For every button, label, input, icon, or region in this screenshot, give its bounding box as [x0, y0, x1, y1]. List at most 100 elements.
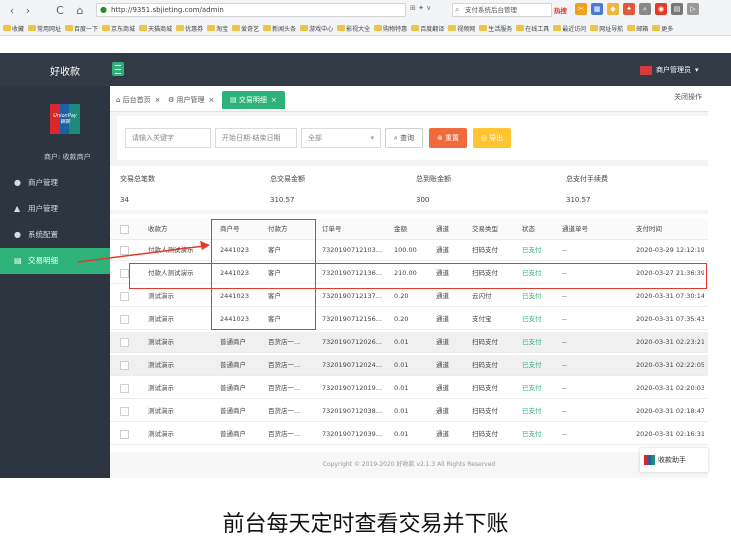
table-row[interactable]: 付款人测试演示 2441023 客户 7320190712103... 100.00 通道… — [110, 240, 708, 261]
merchant-label: 商户: 收款商户 — [44, 153, 91, 161]
bookmark-item[interactable]: 新闻头条 — [263, 24, 296, 33]
summary-panel: 交易总笔数 总交易金额 总到账金额 总支付手续费 34 310.57 300 3… — [110, 166, 708, 210]
status-select[interactable]: 全部 ▾ — [301, 128, 381, 148]
tab-users[interactable]: ⚙ 用户管理 × — [168, 91, 214, 109]
caption: 前台每天定时查看交易并下账 — [222, 512, 509, 537]
row-checkbox[interactable] — [120, 430, 129, 439]
folder-icon — [479, 25, 488, 31]
row-checkbox[interactable] — [120, 246, 129, 255]
bookmark-item[interactable]: 更多 — [652, 24, 673, 33]
home-icon[interactable]: ⌂ — [72, 4, 88, 17]
bookmark-item[interactable]: 最近访问 — [553, 24, 586, 33]
table-row[interactable]: 测试演示 2441023 客户 7320190712137... 0.20 通道 云闪付 已支… — [110, 286, 708, 307]
tab-transactions[interactable]: ▤ 交易明细 × — [222, 91, 285, 109]
table-cell: 0.01 — [394, 361, 409, 369]
close-icon[interactable]: × — [155, 96, 161, 104]
extension-icon[interactable]: ✦ — [623, 3, 635, 15]
table-row[interactable]: 测试演示 普通商户 百货店一... 7320190712024... 0.01 通道 扫码支… — [110, 355, 708, 376]
reset-button[interactable]: ⊗ 重置 — [429, 128, 467, 148]
table-cell: 2020-03-31 02:22:05 — [636, 361, 704, 369]
search-button[interactable]: ⌕ 查询 — [385, 128, 423, 148]
back-icon[interactable]: ‹ — [4, 4, 20, 17]
table-cell: 2020-03-31 02:20:03 — [636, 384, 704, 392]
hot-search-label[interactable]: 热搜 — [554, 5, 567, 15]
extension-icon[interactable]: ◆ — [607, 3, 619, 15]
row-checkbox[interactable] — [120, 338, 129, 347]
bookmark-item[interactable]: 天猫商城 — [139, 24, 172, 33]
sidebar-item[interactable]: ▲ 用户管理 — [0, 196, 110, 222]
row-checkbox[interactable] — [120, 315, 129, 324]
sidebar-item[interactable]: ▤ 交易明细 — [0, 248, 110, 274]
tab-home[interactable]: ⌂ 后台首页 × — [116, 91, 161, 109]
address-tools[interactable]: ⊞ ✦ ∨ — [410, 4, 431, 12]
bookmark-item[interactable]: 百度翻译 — [411, 24, 444, 33]
extension-icon[interactable]: ◉ — [655, 3, 667, 15]
extension-icon[interactable]: ✂ — [575, 3, 587, 15]
bookmark-item[interactable]: 网址导航 — [590, 24, 623, 33]
bookmark-item[interactable]: 在线工具 — [516, 24, 549, 33]
row-checkbox[interactable] — [120, 361, 129, 370]
bookmark-item[interactable]: 邮箱 — [627, 24, 648, 33]
bookmark-item[interactable]: 影视大全 — [337, 24, 370, 33]
table-row[interactable]: 测试演示 普通商户 百货店一... 7320190712039... 0.01 通道 扫码支… — [110, 424, 708, 445]
folder-icon — [652, 25, 661, 31]
address-bar[interactable]: ● http://9351.sbjieting.com/admin — [96, 3, 406, 17]
table-row[interactable]: 测试演示 普通商户 百货店一... 7320190712038... 0.01 通道 扫码支… — [110, 401, 708, 422]
table-cell: 普通商户 — [220, 384, 246, 392]
row-checkbox[interactable] — [120, 269, 129, 278]
row-checkbox[interactable] — [120, 407, 129, 416]
bookmark-item[interactable]: 收藏 — [3, 24, 24, 33]
chevron-down-icon: ▾ — [695, 66, 699, 74]
menu-toggle-button[interactable] — [112, 62, 124, 76]
extension-icon[interactable]: ▤ — [671, 3, 683, 15]
table-cell: 7320190712024... — [322, 361, 382, 369]
bookmark-item[interactable]: 常用网址 — [28, 24, 61, 33]
table-cell: 扫码支付 — [472, 430, 498, 438]
sidebar-item[interactable]: ● 系统配置 — [0, 222, 110, 248]
bookmark-item[interactable]: 百度一下 — [65, 24, 98, 33]
bookmark-item[interactable]: 游戏中心 — [300, 24, 333, 33]
sidebar-item[interactable]: ● 商户管理 — [0, 170, 110, 196]
table-cell: -- — [562, 430, 567, 438]
bookmark-item[interactable]: 淘宝 — [207, 24, 228, 33]
table-row[interactable]: 测试演示 普通商户 百货店一... 7320190712026... 0.01 通道 扫码支… — [110, 332, 708, 353]
export-button[interactable]: ◎ 导出 — [473, 128, 511, 148]
bookmark-item[interactable]: 爱奇艺 — [232, 24, 259, 33]
unionpay-icon — [644, 455, 655, 465]
bookmark-item[interactable]: 优惠券 — [176, 24, 203, 33]
table-row[interactable]: 测试演示 2441023 客户 7320190712156... 0.20 通道 支付宝 已支… — [110, 309, 708, 330]
bookmark-item[interactable]: 生活服务 — [479, 24, 512, 33]
extension-icon[interactable]: ▦ — [591, 3, 603, 15]
bookmark-item[interactable]: 视频网 — [448, 24, 475, 33]
extension-icon[interactable]: ⌕ — [639, 3, 651, 15]
forward-icon[interactable]: › — [20, 4, 36, 17]
table-cell: 0.01 — [394, 407, 409, 415]
table-cell: 扫码支付 — [472, 246, 498, 254]
bookmark-item[interactable]: 京东商城 — [102, 24, 135, 33]
close-icon[interactable]: × — [271, 96, 277, 104]
table-cell: 百货店一... — [268, 361, 301, 369]
table-cell: -- — [562, 246, 567, 254]
bookmarks-bar: 收藏 常用网址 百度一下 京东商城 天猫商城 优惠券 淘宝 爱奇艺 新闻头条 游戏中心 影视大全 购物… — [0, 20, 731, 36]
support-widget[interactable]: 收款助手 — [640, 448, 708, 472]
row-checkbox[interactable] — [120, 292, 129, 301]
table-cell: 百货店一... — [268, 338, 301, 346]
column-header: 状态 — [522, 225, 535, 233]
bookmark-item[interactable]: 购物特惠 — [374, 24, 407, 33]
extension-icon[interactable]: ▷ — [687, 3, 699, 15]
keyword-input[interactable]: 请输入关键字 — [125, 128, 211, 148]
column-header: 交易类型 — [472, 225, 498, 233]
user-menu[interactable]: 商户管理员 ▾ — [640, 65, 699, 75]
row-checkbox[interactable] — [120, 225, 129, 234]
date-range-input[interactable]: 开始日期-结束日期 — [215, 128, 297, 148]
close-icon[interactable]: × — [209, 96, 215, 104]
folder-icon — [553, 25, 562, 31]
row-checkbox[interactable] — [120, 384, 129, 393]
scrollbar-area — [708, 86, 731, 478]
browser-search-input[interactable]: ⌕ 支付系统后台管理 — [452, 3, 552, 17]
close-tabs-menu[interactable]: 关闭操作 — [674, 92, 702, 102]
reload-icon[interactable]: C — [52, 4, 68, 17]
table-cell: 7320190712038... — [322, 407, 382, 415]
folder-icon — [3, 25, 11, 31]
table-row[interactable]: 测试演示 普通商户 百货店一... 7320190712019... 0.01 通道 扫码支… — [110, 378, 708, 399]
